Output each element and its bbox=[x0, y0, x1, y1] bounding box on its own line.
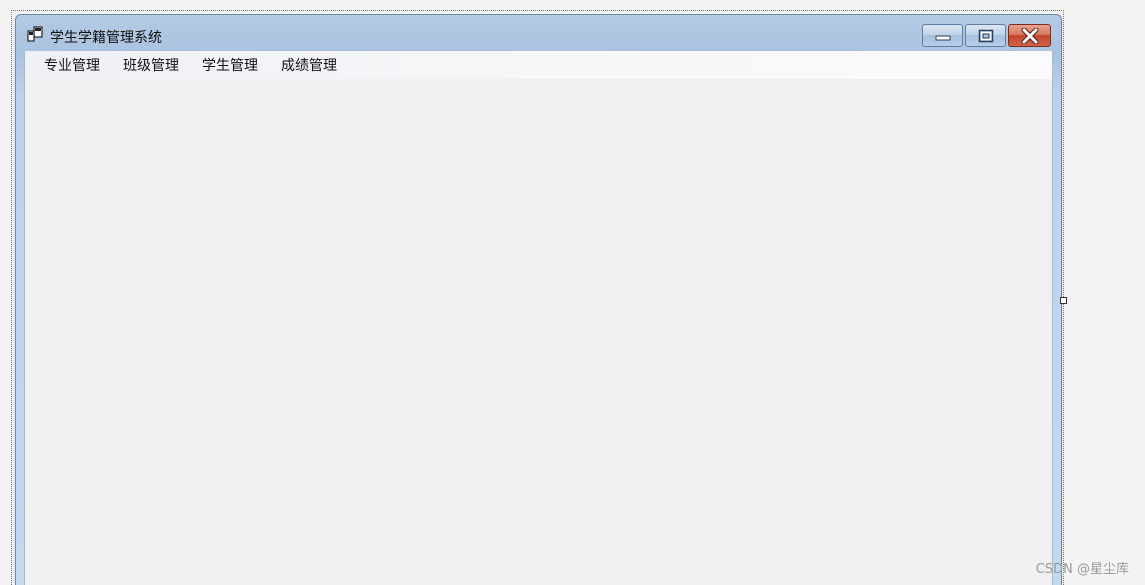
menu-item-grade-management[interactable]: 成绩管理 bbox=[273, 51, 345, 79]
watermark: CSDN @星尘库 bbox=[1035, 562, 1129, 577]
maximize-button[interactable] bbox=[965, 24, 1006, 47]
form-client: 专业管理 班级管理 学生管理 成绩管理 bbox=[24, 51, 1053, 585]
minimize-button[interactable] bbox=[922, 24, 963, 47]
window-title: 学生学籍管理系统 bbox=[50, 30, 162, 46]
title-bar[interactable]: 学生学籍管理系统 bbox=[16, 15, 1061, 51]
menu-item-student-management[interactable]: 学生管理 bbox=[194, 51, 266, 79]
menu-item-major-management[interactable]: 专业管理 bbox=[36, 51, 108, 79]
menu-item-class-management[interactable]: 班级管理 bbox=[115, 51, 187, 79]
app-form-icon bbox=[27, 26, 43, 42]
caption-buttons bbox=[922, 24, 1051, 48]
resize-handle[interactable] bbox=[1060, 297, 1067, 304]
menu-strip: 专业管理 班级管理 学生管理 成绩管理 bbox=[25, 51, 1052, 79]
minimize-icon bbox=[935, 35, 950, 40]
close-button[interactable] bbox=[1008, 24, 1051, 47]
close-icon bbox=[1021, 27, 1038, 44]
designer-surface: 学生学籍管理系统 专业管理 班级管理 学生管理 成绩管理 CSDN @星尘库 bbox=[0, 0, 1145, 585]
client-area bbox=[25, 79, 1052, 585]
maximize-icon bbox=[978, 29, 993, 42]
main-form-window[interactable]: 学生学籍管理系统 专业管理 班级管理 学生管理 成绩管理 bbox=[15, 14, 1062, 585]
